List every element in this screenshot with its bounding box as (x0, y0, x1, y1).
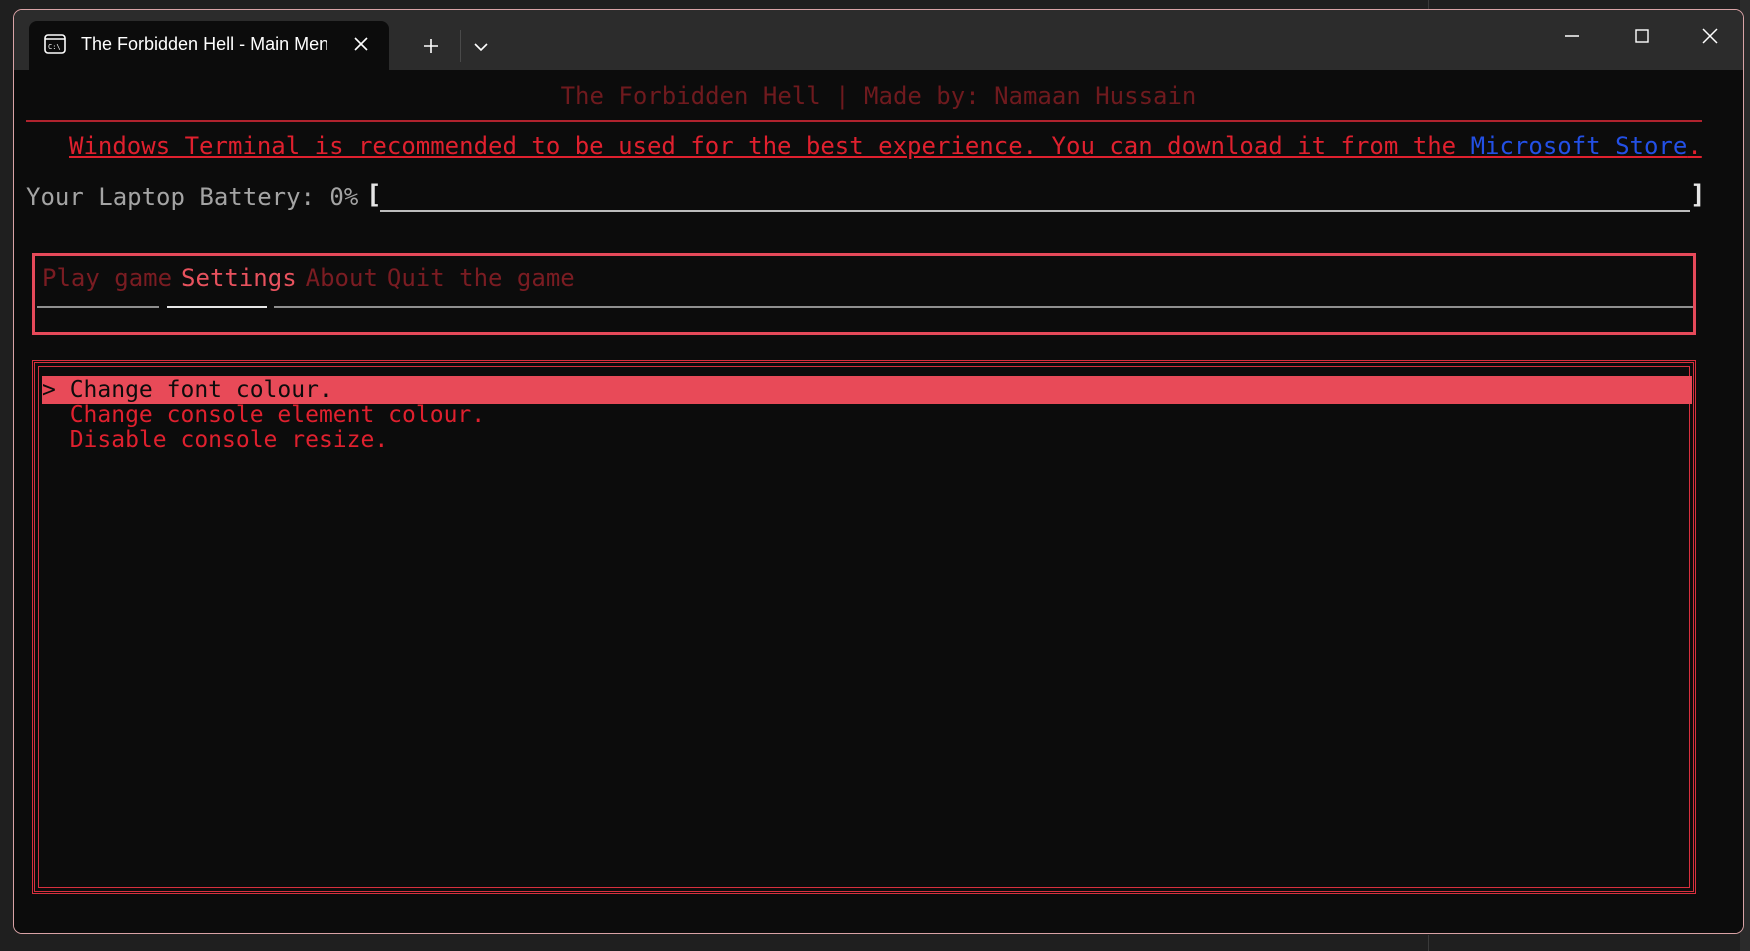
terminal-icon: C:\ (44, 34, 66, 54)
tab-title: The Forbidden Hell - Main Menu (81, 34, 327, 54)
menu-rule (274, 306, 1693, 308)
battery-bar (380, 210, 1690, 212)
terminal-window: C:\ The Forbidden Hell - Main Menu The F… (13, 9, 1744, 934)
terminal-notice: Windows Terminal is recommended to be us… (69, 132, 1702, 160)
desktop-divider-bottom (1428, 935, 1429, 951)
close-icon[interactable] (351, 34, 371, 54)
main-menu: Play game Settings About Quit the game (32, 253, 1696, 335)
maximize-icon[interactable] (1622, 24, 1662, 54)
settings-panel: > Change font colour. Change console ele… (32, 360, 1696, 894)
menu-tabs: Play game Settings About Quit the game (42, 264, 584, 292)
tab-about[interactable]: About (306, 264, 378, 292)
option-disable-console-resize[interactable]: Disable console resize. (42, 426, 1692, 454)
microsoft-store-link[interactable]: Microsoft Store (1471, 132, 1688, 160)
notice-suffix: . (1687, 132, 1702, 160)
option-change-console-element-colour[interactable]: Change console element colour. (42, 401, 1692, 429)
title-bar: C:\ The Forbidden Hell - Main Menu (14, 10, 1743, 70)
game-header: The Forbidden Hell | Made by: Namaan Hus… (560, 82, 1197, 110)
option-change-font-colour[interactable]: > Change font colour. (42, 376, 1692, 404)
tab-main-menu[interactable]: C:\ The Forbidden Hell - Main Menu (29, 21, 389, 70)
notice-text: Windows Terminal is recommended to be us… (69, 132, 1471, 160)
battery-bracket-open: [ (366, 180, 382, 210)
tab-play-game[interactable]: Play game (42, 264, 172, 292)
tab-settings[interactable]: Settings (181, 264, 297, 292)
terminal-content[interactable]: The Forbidden Hell | Made by: Namaan Hus… (14, 70, 1743, 933)
tab-separator (460, 30, 461, 62)
window-close-icon[interactable] (1690, 24, 1730, 54)
chevron-down-icon[interactable] (466, 34, 496, 60)
battery-label: Your Laptop Battery: 0% (26, 183, 359, 211)
minimize-icon[interactable] (1552, 24, 1592, 54)
header-divider (26, 120, 1702, 122)
tab-settings-underline (167, 306, 267, 308)
plus-icon[interactable] (411, 31, 451, 61)
battery-bracket-close: ] (1690, 180, 1706, 210)
tab-quit-the-game[interactable]: Quit the game (387, 264, 575, 292)
tab-play-game-underline (37, 306, 159, 308)
svg-text:C:\: C:\ (48, 43, 61, 51)
